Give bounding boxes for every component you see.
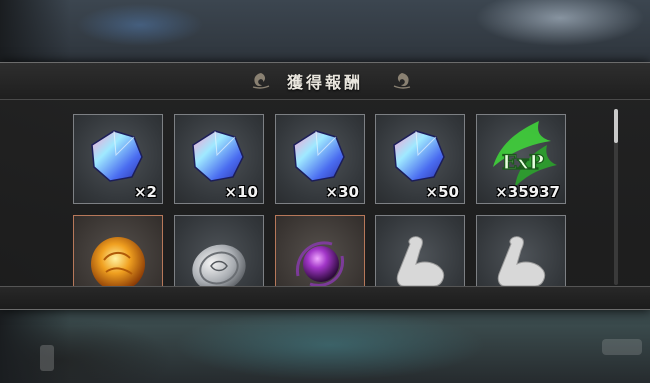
reward-item[interactable]: ×50 — [375, 114, 465, 204]
exp-label: ExP — [502, 150, 544, 174]
silver-coin-icon — [192, 244, 246, 286]
reward-item[interactable] — [375, 215, 465, 286]
reward-grid: ×2 ×10 ×30 ×50 ExP ×35937 — [0, 100, 650, 286]
reward-quantity: ×50 — [425, 183, 459, 201]
scrollbar-thumb[interactable] — [614, 109, 618, 143]
reward-item[interactable]: ×30 — [275, 114, 365, 204]
reward-quantity: ×35937 — [495, 183, 560, 201]
ornament-right-icon — [393, 73, 411, 89]
reward-item[interactable]: ×10 — [174, 114, 264, 204]
fire-orb-icon — [91, 237, 145, 286]
background-object — [602, 339, 642, 355]
flexed-arm-icon — [396, 236, 445, 286]
reward-item[interactable]: ×2 — [73, 114, 163, 204]
reward-item[interactable]: ExP ×35937 — [476, 114, 566, 204]
reward-quantity: ×10 — [224, 183, 258, 201]
reward-quantity: ×30 — [325, 183, 359, 201]
dialog-header: 獲得報酬 — [0, 63, 650, 100]
reward-item[interactable] — [275, 215, 365, 286]
flexed-arm-icon — [497, 236, 546, 286]
dark-orb-icon — [295, 241, 345, 286]
reward-dialog: 獲得報酬 ×2 ×10 ×30 ×50 ExP ×35937 — [0, 62, 650, 310]
background-figure — [40, 345, 54, 371]
scrollbar[interactable] — [614, 109, 618, 285]
reward-quantity: ×2 — [133, 183, 157, 201]
dialog-footer — [0, 286, 650, 309]
dialog-title: 獲得報酬 — [286, 73, 363, 92]
reward-item[interactable] — [476, 215, 566, 286]
reward-item[interactable] — [73, 215, 163, 286]
reward-item[interactable] — [174, 215, 264, 286]
